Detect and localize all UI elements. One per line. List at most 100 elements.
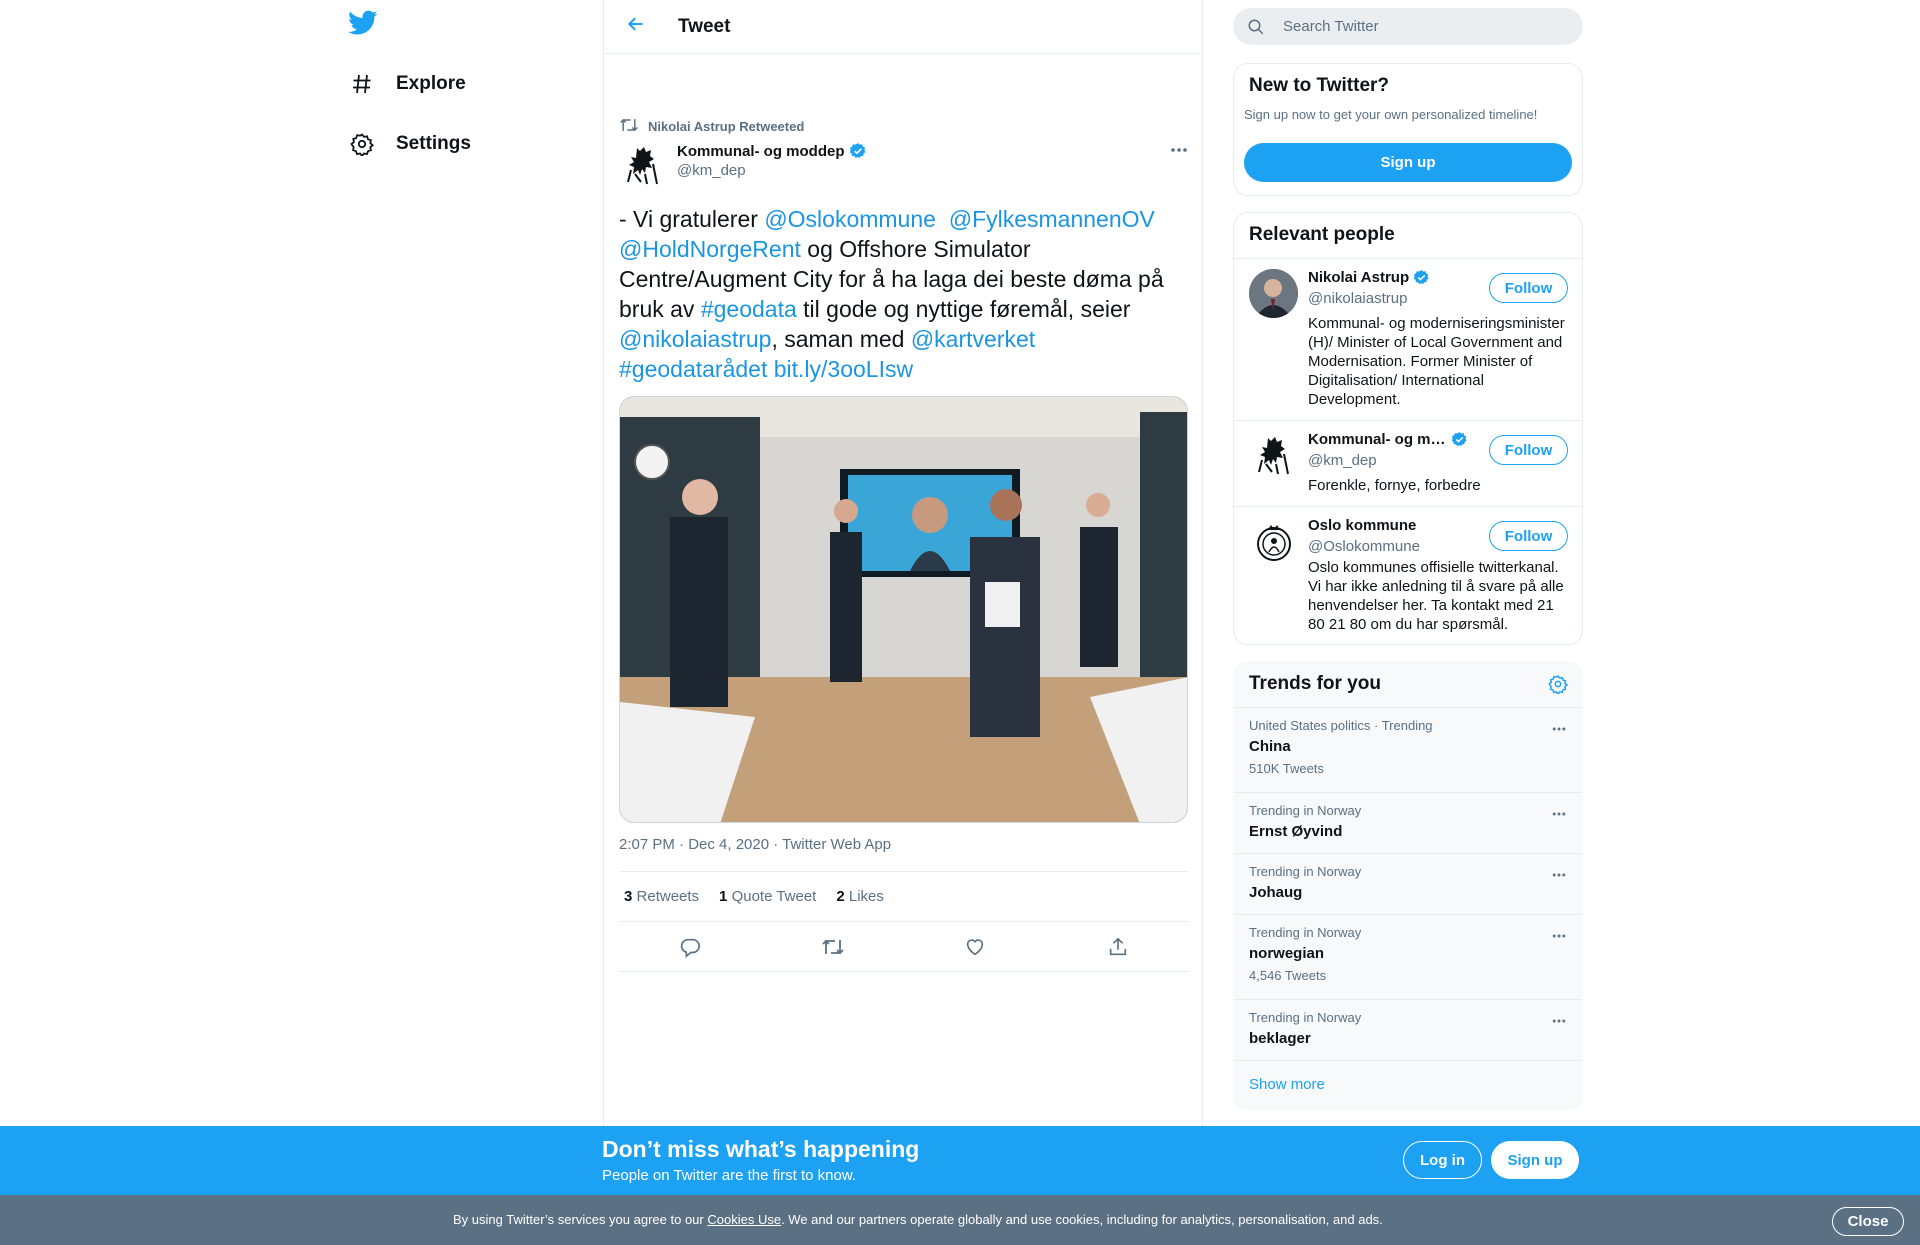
lion-crest-icon [1257,436,1289,474]
person-display-name: Kommunal- og mo… [1308,431,1447,448]
retweet-context[interactable]: Nikolai Astrup Retweeted [619,116,804,137]
more-options-icon[interactable] [1550,1012,1568,1030]
signup-banner-button[interactable]: Sign up [1491,1141,1579,1179]
tweet-photo[interactable] [619,396,1188,823]
gear-icon [347,129,377,159]
trend-item[interactable]: Trending in Norway Ernst Øyvind [1234,793,1582,854]
trends-header: Trends for you [1234,662,1582,708]
trend-item[interactable]: Trending in Norway norwegian 4,546 Tweet… [1234,915,1582,1000]
retweet-icon[interactable] [815,929,851,965]
back-button[interactable] [618,9,654,45]
person-handle[interactable]: @Oslokommune [1308,538,1420,555]
person-handle[interactable]: @nikolaiastrup [1308,290,1407,307]
person-card[interactable]: Nikolai Astrup @nikolaiastrup Kommunal- … [1234,259,1582,421]
signup-banner-subtitle: People on Twitter are the first to know. [602,1167,857,1184]
follow-button[interactable]: Follow [1489,521,1568,551]
more-options-icon[interactable] [1550,805,1568,823]
cookie-text: By using Twitter’s services you agree to… [453,1212,1383,1227]
trend-count: 4,546 Tweets [1249,968,1327,983]
verified-badge-icon [849,142,867,160]
signup-button[interactable]: Sign up [1244,143,1572,182]
quotes-count: 1 [719,888,728,905]
retweeted-by-label: Nikolai Astrup Retweeted [648,119,805,134]
trend-item[interactable]: Trending in Norway beklager [1234,1000,1582,1061]
like-icon[interactable] [957,929,993,965]
retweets-stat[interactable]: 3 Retweets [624,888,699,905]
close-button[interactable]: Close [1832,1207,1904,1236]
person-name[interactable]: Oslo kommune [1308,517,1416,534]
more-options-icon[interactable] [1169,142,1189,160]
photo-illustration [620,397,1187,822]
gear-icon[interactable] [1548,674,1569,700]
trend-name: China [1249,738,1291,755]
likes-label: Likes [848,888,884,905]
person-name[interactable]: Nikolai Astrup [1308,269,1430,286]
author-avatar[interactable] [619,142,667,190]
tweet-text-part [936,206,949,232]
reply-icon[interactable] [672,929,708,965]
mention-link[interactable]: @Oslokommune [764,206,936,232]
verified-badge-icon [1413,269,1430,286]
search-box[interactable] [1233,8,1583,45]
tweet-timestamp[interactable]: 2:07 PM · Dec 4, 2020 · Twitter Web App [619,836,891,853]
follow-button[interactable]: Follow [1489,273,1568,303]
login-button[interactable]: Log in [1403,1141,1482,1179]
more-options-icon[interactable] [1550,720,1568,738]
more-options-icon[interactable] [1550,866,1568,884]
show-more-link[interactable]: Show more [1234,1061,1582,1108]
tweet-text: - Vi gratulerer @Oslokommune @Fylkesmann… [619,204,1189,384]
oslo-seal-icon [1256,524,1291,561]
new-to-twitter-card: New to Twitter? Sign up now to get your … [1233,63,1583,196]
nav-explore-label: Explore [396,73,466,94]
author-name[interactable]: Kommunal- og moddep [677,142,867,160]
mention-link[interactable]: @HoldNorgeRent [619,236,801,262]
main-column: Tweet Nikolai Astrup Retweeted Kommunal-… [603,0,1203,1245]
cookies-use-link[interactable]: Cookies Use [707,1212,781,1227]
avatar[interactable] [1249,269,1298,318]
author-handle[interactable]: @km_dep [677,162,867,179]
person-bio: Oslo kommunes offisielle twitterkanal. V… [1308,559,1564,633]
trend-category: Trending in Norway [1249,803,1362,818]
person-handle[interactable]: @km_dep [1308,452,1377,469]
nav-settings[interactable]: Settings [347,124,471,164]
follow-button[interactable]: Follow [1489,435,1568,465]
arrow-left-icon [626,14,646,39]
trend-item[interactable]: Trending in Norway Johaug [1234,854,1582,915]
trend-category: United States politics · Trending [1249,718,1433,733]
url-link[interactable]: bit.ly/3ooLIsw [774,356,913,382]
tweet-stats: 3 Retweets 1 Quote Tweet 2 Likes [619,871,1189,922]
trend-name: norwegian [1249,945,1325,962]
twitter-bird-icon[interactable] [348,10,382,44]
avatar[interactable] [1249,517,1298,566]
mention-link[interactable]: @kartverket [911,326,1035,352]
trends-title: Trends for you [1249,673,1381,694]
more-options-icon[interactable] [1550,927,1568,945]
retweets-count: 3 [624,888,633,905]
trend-name: beklager [1249,1030,1311,1047]
mention-link[interactable]: @FylkesmannenOV [949,206,1155,232]
avatar[interactable] [1249,431,1298,480]
tweet-author: Kommunal- og moddep @km_dep [619,142,1189,190]
person-name[interactable]: Kommunal- og mo… [1308,431,1468,448]
likes-stat[interactable]: 2 Likes [836,888,884,905]
hashtag-link[interactable]: #geodatarådet [619,356,767,382]
share-icon[interactable] [1100,929,1136,965]
relevant-people-title: Relevant people [1234,213,1582,259]
person-card[interactable]: Oslo kommune @Oslokommune Oslo kommunes … [1234,507,1582,644]
tweet-text-part: - Vi gratulerer [619,206,765,232]
search-input[interactable] [1283,18,1553,35]
trend-category: Trending in Norway [1249,1010,1362,1025]
hashtag-link[interactable]: #geodata [701,296,797,322]
mention-link[interactable]: @nikolaiastrup [619,326,771,352]
cookie-text-pre: By using Twitter’s services you agree to… [453,1212,708,1227]
trend-item[interactable]: United States politics · Trending China … [1234,708,1582,793]
lion-crest-icon [627,147,658,185]
signup-banner-title: Don’t miss what’s happening [602,1136,920,1162]
likes-count: 2 [836,888,845,905]
person-card[interactable]: Kommunal- og mo… @km_dep Forenkle, forny… [1234,421,1582,507]
trend-count: 510K Tweets [1249,761,1324,776]
tweet-text-part: , saman med [771,326,911,352]
person-display-name: Oslo kommune [1308,517,1417,534]
quote-tweets-stat[interactable]: 1 Quote Tweet [719,888,816,905]
nav-explore[interactable]: Explore [347,64,466,104]
